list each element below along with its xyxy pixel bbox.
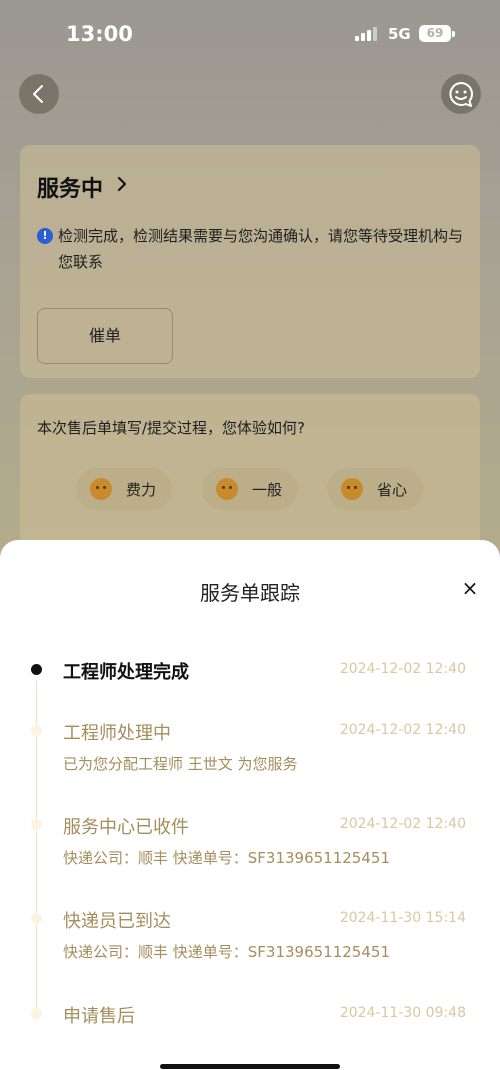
timeline-dot [31, 913, 42, 924]
network-type: 5G [388, 25, 411, 43]
urge-button[interactable]: 催单 [37, 308, 173, 364]
timeline-dot [31, 1008, 42, 1019]
timeline-step-time: 2024-11-30 09:48 [339, 1005, 466, 1021]
experience-survey-card: 本次售后单填写/提交过程，您体验如何? 费力 一般 省心 [20, 394, 480, 554]
tracking-title: 服务单跟踪 [200, 581, 300, 605]
timeline-step-time: 2024-11-30 15:14 [339, 910, 466, 926]
timeline-step-time: 2024-12-02 12:40 [339, 661, 466, 677]
timeline-step-time: 2024-12-02 12:40 [339, 816, 466, 832]
survey-option-label: 省心 [377, 481, 408, 499]
timeline-step-title: 快递员已到达 [63, 911, 171, 932]
service-status-card: 服务中 ! 检测完成，检测结果需要与您沟通确认，请您等待受理机构与您联系 催单 [20, 145, 480, 378]
struggling-face-icon [90, 478, 112, 500]
survey-option-label: 一般 [252, 481, 283, 499]
timeline-step-time: 2024-12-02 12:40 [339, 722, 466, 738]
chevron-right-icon[interactable] [115, 176, 129, 192]
survey-option-difficult[interactable]: 费力 [76, 468, 172, 510]
timeline-dot [31, 819, 42, 830]
chevron-left-icon [33, 85, 43, 103]
tracking-sheet: 服务单跟踪 × 工程师处理完成 2024-12-02 12:40 工程师处理中 … [0, 540, 500, 1070]
home-indicator[interactable] [160, 1064, 340, 1069]
status-bar: 13:00 5G 69 [0, 0, 500, 70]
timeline-dot [31, 664, 42, 675]
survey-option-neutral[interactable]: 一般 [202, 468, 298, 510]
timeline-step-desc: 快递公司：顺丰 快递单号：SF3139651125451 [63, 849, 390, 867]
neutral-face-icon [216, 478, 238, 500]
timeline-dot [31, 725, 42, 736]
status-time: 13:00 [66, 22, 133, 46]
battery-icon: 69 [419, 25, 455, 42]
timeline-step-title: 工程师处理完成 [63, 662, 189, 683]
timeline-step-desc: 已为您分配工程师 王世文 为您服务 [63, 755, 298, 773]
timeline-step-title: 申请售后 [63, 1006, 135, 1027]
timeline-step-title: 工程师处理中 [63, 723, 171, 744]
close-icon[interactable]: × [460, 578, 480, 598]
relieved-face-icon [341, 478, 363, 500]
timeline-step-desc: 快递公司：顺丰 快递单号：SF3139651125451 [63, 943, 390, 961]
back-button[interactable] [19, 74, 59, 114]
survey-option-label: 费力 [126, 481, 157, 499]
service-status-title[interactable]: 服务中 [37, 171, 103, 203]
survey-question: 本次售后单填写/提交过程，您体验如何? [37, 419, 306, 437]
status-info-text: 检测完成，检测结果需要与您沟通确认，请您等待受理机构与您联系 [58, 227, 464, 271]
chat-bubble-icon [449, 81, 474, 107]
info-icon: ! [37, 228, 53, 244]
signal-icon [355, 27, 379, 41]
survey-option-easy[interactable]: 省心 [327, 468, 423, 510]
customer-service-button[interactable] [441, 74, 481, 114]
timeline-step-title: 服务中心已收件 [63, 817, 189, 838]
